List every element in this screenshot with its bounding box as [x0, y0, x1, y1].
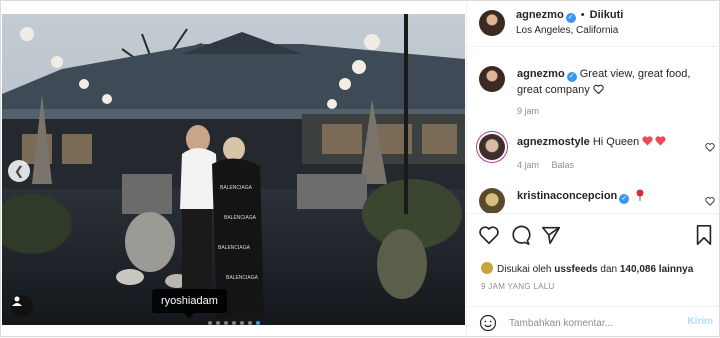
- red-hearts-emoji-icon: [642, 136, 666, 146]
- verified-badge-icon: ✓: [619, 194, 630, 204]
- caption-item: agnezmo ✓ Great view, great food, great c…: [467, 64, 720, 124]
- carousel-dot: [248, 321, 252, 325]
- comment-item: agnezmostyle Hi Queen 4 jam Balas: [467, 132, 720, 176]
- carousel-dot: [232, 321, 236, 325]
- likes-connector: dan: [600, 264, 618, 275]
- reply-button[interactable]: Balas: [552, 160, 575, 170]
- post-photo[interactable]: BALENCIAGA BALENCIAGA BALENCIAGA BALENCI…: [2, 14, 465, 325]
- add-comment-bar: Kirim: [467, 306, 720, 338]
- caption-text-block: agnezmo ✓ Great view, great food, great c…: [517, 66, 713, 98]
- post-details-panel: agnezmo ✓ • Diikuti Los Angeles, Californ…: [466, 1, 720, 338]
- comment-time: 4 jam: [517, 160, 540, 170]
- heart-icon[interactable]: [478, 224, 500, 246]
- carousel-dot: [240, 321, 244, 325]
- svg-text:BALENCIAGA: BALENCIAGA: [226, 275, 259, 281]
- liker-username[interactable]: ussfeeds: [554, 264, 597, 275]
- caption-username[interactable]: agnezmo: [517, 68, 565, 80]
- photo-scene: BALENCIAGA BALENCIAGA BALENCIAGA BALENCI…: [2, 14, 465, 325]
- like-comment-heart-icon[interactable]: [705, 196, 715, 206]
- likes-prefix: Disukai oleh: [497, 264, 552, 275]
- carousel-dot: [224, 321, 228, 325]
- separator-dot: •: [580, 9, 585, 21]
- comment-text: Hi Queen: [592, 136, 643, 148]
- post-actions: Disukai oleh ussfeeds dan 140,086 lainny…: [467, 213, 720, 303]
- comment-input[interactable]: [509, 313, 679, 333]
- location-link[interactable]: Los Angeles, California: [516, 25, 618, 36]
- avatar[interactable]: [479, 10, 505, 36]
- post-comment-button[interactable]: Kirim: [687, 316, 713, 327]
- comment-meta: 4 jam Balas: [517, 160, 584, 170]
- caption-meta: 9 jam: [517, 106, 549, 116]
- likes-summary: Disukai oleh ussfeeds dan 140,086 lainny…: [481, 262, 693, 275]
- svg-text:BALENCIAGA: BALENCIAGA: [220, 185, 253, 191]
- emoji-icon[interactable]: [479, 314, 497, 332]
- comment-icon[interactable]: [509, 224, 531, 246]
- likes-count[interactable]: 140,086 lainnya: [620, 264, 693, 275]
- bookmark-icon[interactable]: [693, 224, 715, 246]
- share-icon[interactable]: [540, 224, 562, 246]
- comment-text-block: agnezmostyle Hi Queen: [517, 134, 713, 150]
- comment-username[interactable]: agnezmostyle: [517, 136, 590, 148]
- rose-emoji-icon: [636, 189, 644, 201]
- post-header: agnezmo ✓ • Diikuti Los Angeles, Californ…: [467, 1, 720, 47]
- user-tag-button[interactable]: [11, 295, 33, 317]
- comment-username[interactable]: kristinaconcepcion: [517, 190, 617, 202]
- svg-text:BALENCIAGA: BALENCIAGA: [218, 245, 251, 251]
- avatar[interactable]: [479, 66, 505, 92]
- header-user-line: agnezmo ✓ • Diikuti: [516, 9, 623, 23]
- verified-badge-icon: ✓: [565, 13, 576, 23]
- avatar[interactable]: [479, 134, 505, 160]
- carousel-dot: [256, 321, 260, 325]
- comments-list: agnezmo ✓ Great view, great food, great c…: [467, 48, 720, 213]
- heart-outline-emoji-icon: [593, 84, 604, 95]
- avatar[interactable]: [479, 188, 505, 213]
- instagram-post-modal: BALENCIAGA BALENCIAGA BALENCIAGA BALENCI…: [0, 0, 720, 338]
- svg-text:BALENCIAGA: BALENCIAGA: [224, 215, 257, 221]
- carousel-dot: [216, 321, 220, 325]
- carousel-prev-button[interactable]: ❮: [8, 160, 30, 182]
- comment-item: kristinaconcepcion ✓: [467, 186, 720, 213]
- header-username[interactable]: agnezmo: [516, 9, 564, 21]
- carousel-indicator: [208, 321, 260, 325]
- photo-user-tag[interactable]: ryoshiadam: [152, 289, 227, 318]
- liker-avatar: [481, 262, 493, 274]
- comment-text-block: kristinaconcepcion ✓: [517, 188, 713, 204]
- verified-badge-icon: ✓: [566, 72, 577, 82]
- user-tag-icon: [12, 296, 22, 306]
- chevron-left-icon: ❮: [13, 164, 25, 178]
- follow-status-button[interactable]: Diikuti: [590, 9, 624, 21]
- post-timestamp[interactable]: 9 JAM YANG LALU: [481, 282, 555, 291]
- caption-time: 9 jam: [517, 106, 540, 116]
- carousel-dot: [208, 321, 212, 325]
- like-comment-heart-icon[interactable]: [705, 142, 715, 152]
